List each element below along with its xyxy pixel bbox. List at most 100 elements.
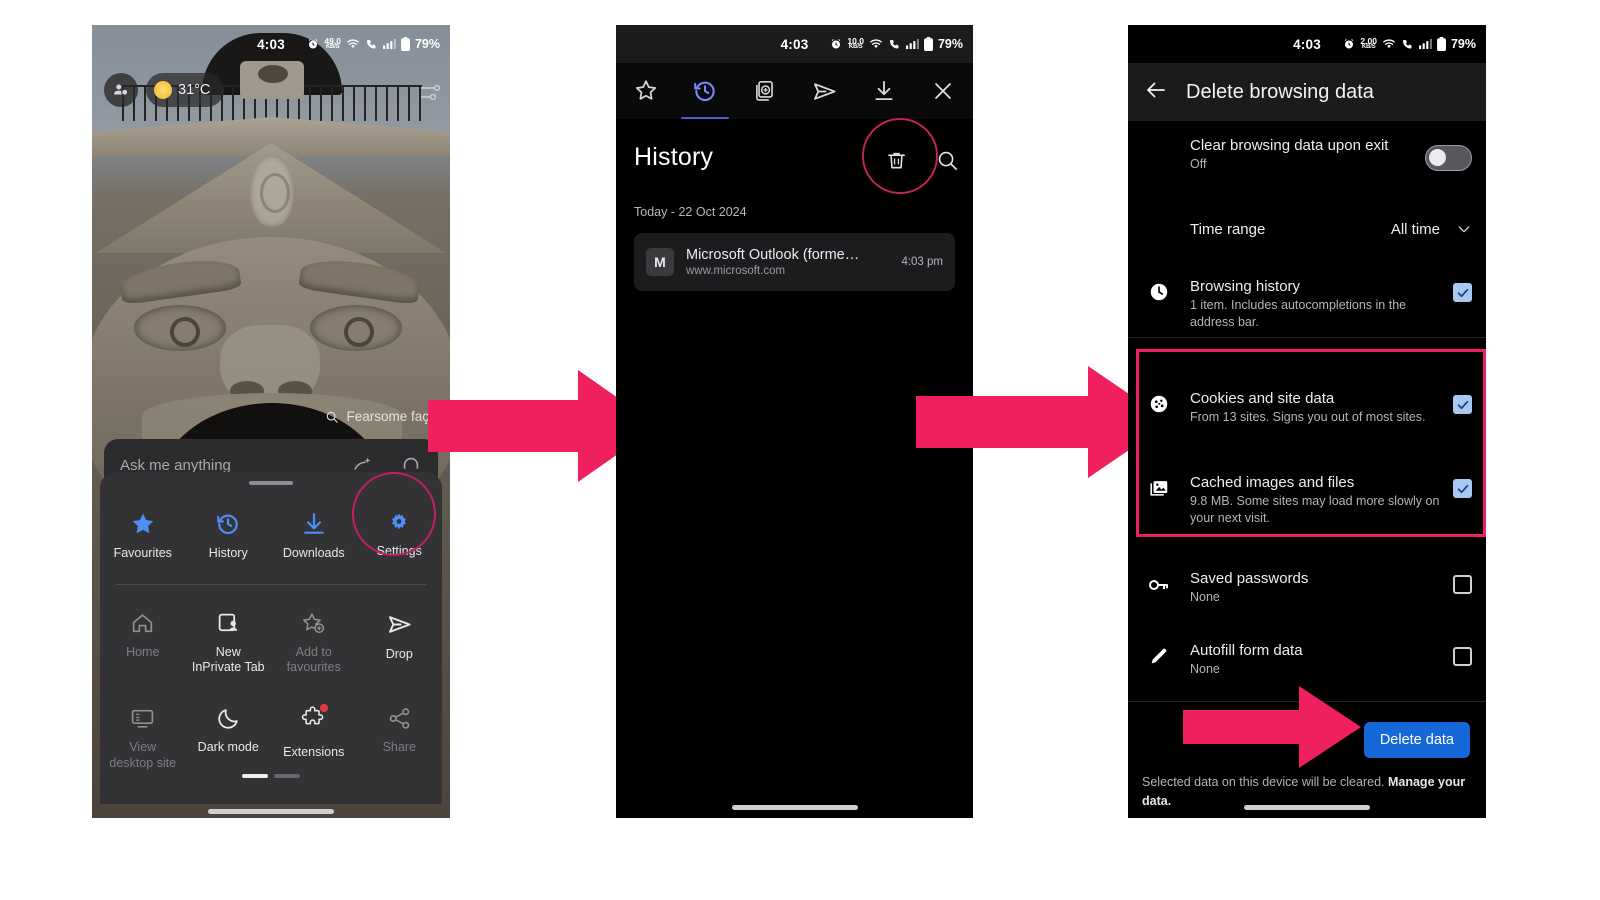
- checkbox-browsing-history[interactable]: [1453, 283, 1472, 302]
- row-saved-passwords[interactable]: Saved passwords None: [1128, 557, 1486, 630]
- battery-percent: 79%: [414, 37, 440, 51]
- home-indicator: [731, 805, 858, 810]
- call-signal-icon: [1401, 38, 1414, 50]
- menu-label: Dark mode: [197, 739, 259, 754]
- page-dot-active: [242, 774, 268, 778]
- menu-label: Share: [382, 739, 416, 754]
- row-time-range[interactable]: Time range All time: [1128, 193, 1486, 266]
- download-icon: [875, 80, 893, 101]
- row-subtitle: None: [1190, 662, 1220, 676]
- extensions-badge-dot: [320, 703, 329, 712]
- ask-placeholder: Ask me anything: [120, 456, 231, 474]
- chevron-down-icon: [1458, 226, 1470, 233]
- row-clear-on-exit[interactable]: Clear browsing data upon exit Off: [1128, 121, 1486, 194]
- home-indicator: [1244, 805, 1370, 810]
- page-settings-icon[interactable]: [418, 81, 442, 110]
- settings-highlight-circle: [352, 472, 436, 556]
- row-title: Time range: [1190, 220, 1266, 238]
- status-bar-1: 4:03 49.0 KB/S 79%: [92, 25, 450, 63]
- search-history-button[interactable]: [936, 149, 959, 177]
- menu-item-home[interactable]: Home: [100, 611, 186, 676]
- status-bar-3: 4:03 2.00 KB/S 79%: [1128, 25, 1486, 63]
- sheet-grabber[interactable]: [249, 481, 293, 485]
- weather-temperature: 31°C: [178, 82, 211, 98]
- menu-item-view-desktop-site[interactable]: View desktop site: [100, 706, 186, 771]
- wifi-icon: [346, 38, 360, 50]
- history-icon: [694, 81, 715, 102]
- tab-close[interactable]: [914, 63, 974, 119]
- status-time: 4:03: [1293, 36, 1321, 52]
- battery-icon: [924, 37, 933, 51]
- back-arrow-icon: [1147, 82, 1165, 97]
- tab-collections[interactable]: [735, 63, 795, 119]
- menu-item-add-to-favourites[interactable]: Add to favourites: [271, 611, 357, 676]
- page-title: Delete browsing data: [1186, 80, 1374, 103]
- site-favicon: M: [646, 248, 674, 276]
- history-item-time: 4:03 pm: [901, 256, 943, 268]
- menu-label: Downloads: [282, 546, 345, 560]
- hub-tab-bar: [616, 63, 973, 119]
- footnote-text: Selected data on this device will be cle…: [1142, 775, 1388, 789]
- clear-on-exit-toggle[interactable]: [1425, 145, 1472, 171]
- star-filled-icon: [132, 513, 154, 534]
- status-bar-2: 4:03 10.0 KB/S 79%: [616, 25, 973, 63]
- close-icon: [935, 83, 952, 99]
- network-speed: 2.00 KB/S: [1360, 36, 1377, 51]
- key-icon: [1128, 557, 1190, 597]
- profile-avatar-button[interactable]: [104, 73, 138, 107]
- alarm-icon: [307, 38, 319, 50]
- menu-item-share[interactable]: Share: [357, 706, 443, 771]
- tab-history[interactable]: [676, 63, 736, 119]
- checkbox-autofill-form-data[interactable]: [1453, 647, 1472, 666]
- menu-item-downloads[interactable]: Downloads: [271, 511, 357, 562]
- history-date-header: Today - 22 Oct 2024: [634, 205, 747, 219]
- weather-chip[interactable]: 31°C: [146, 73, 225, 107]
- page-search-caption[interactable]: Fearsome façad: [92, 409, 450, 424]
- step-arrow-3: [1183, 686, 1361, 768]
- history-list-item[interactable]: M Microsoft Outlook (forme… www.microsof…: [634, 233, 955, 291]
- status-time: 4:03: [780, 36, 809, 52]
- menu-item-drop[interactable]: Drop: [357, 611, 443, 676]
- app-bar: Delete browsing data: [1128, 63, 1486, 121]
- battery-percent: 79%: [1450, 37, 1476, 51]
- menu-label: History: [208, 546, 248, 560]
- clock-icon: [1128, 265, 1190, 303]
- moon-icon: [218, 709, 238, 729]
- tab-downloads[interactable]: [854, 63, 914, 119]
- cellular-bars-icon: [1418, 38, 1432, 50]
- tab-favourites[interactable]: [616, 63, 676, 119]
- row-subtitle: None: [1190, 590, 1220, 604]
- menu-page-indicator[interactable]: [100, 774, 442, 778]
- tab-drop[interactable]: [795, 63, 855, 119]
- battery-icon: [401, 37, 410, 51]
- menu-item-extensions[interactable]: Extensions: [271, 703, 357, 771]
- history-item-url: www.microsoft.com: [686, 265, 786, 277]
- menu-label: Add to favourites: [286, 644, 341, 675]
- wifi-icon: [1382, 38, 1396, 50]
- menu-row-secondary: Home New InPrivate Tab Add to favourites: [100, 611, 442, 676]
- drop-send-icon: [813, 82, 836, 100]
- row-title: Clear browsing data upon exit: [1190, 137, 1389, 154]
- menu-item-favourites[interactable]: Favourites: [100, 511, 186, 562]
- wifi-icon: [869, 38, 883, 50]
- row-title: Autofill form data: [1190, 642, 1303, 659]
- row-browsing-history[interactable]: Browsing history 1 item. Includes autoco…: [1128, 265, 1486, 338]
- page-title: History: [634, 143, 714, 171]
- pencil-icon: [1128, 629, 1190, 667]
- menu-item-history[interactable]: History: [186, 511, 272, 562]
- menu-item-new-inprivate-tab[interactable]: New InPrivate Tab: [186, 611, 272, 676]
- battery-percent: 79%: [937, 37, 963, 51]
- home-indicator: [208, 809, 334, 814]
- battery-icon: [1437, 37, 1446, 51]
- row-title: Browsing history: [1190, 278, 1301, 295]
- menu-item-dark-mode[interactable]: Dark mode: [186, 706, 272, 771]
- menu-label: View desktop site: [109, 739, 177, 770]
- delete-data-button[interactable]: Delete data: [1363, 722, 1470, 758]
- time-range-value: All time: [1390, 220, 1440, 238]
- back-button[interactable]: [1144, 78, 1168, 107]
- checkbox-saved-passwords[interactable]: [1453, 575, 1472, 594]
- call-signal-icon: [888, 38, 901, 50]
- star-outline-icon: [635, 80, 656, 100]
- menu-label: Home: [126, 644, 160, 659]
- menu-divider: [116, 583, 426, 585]
